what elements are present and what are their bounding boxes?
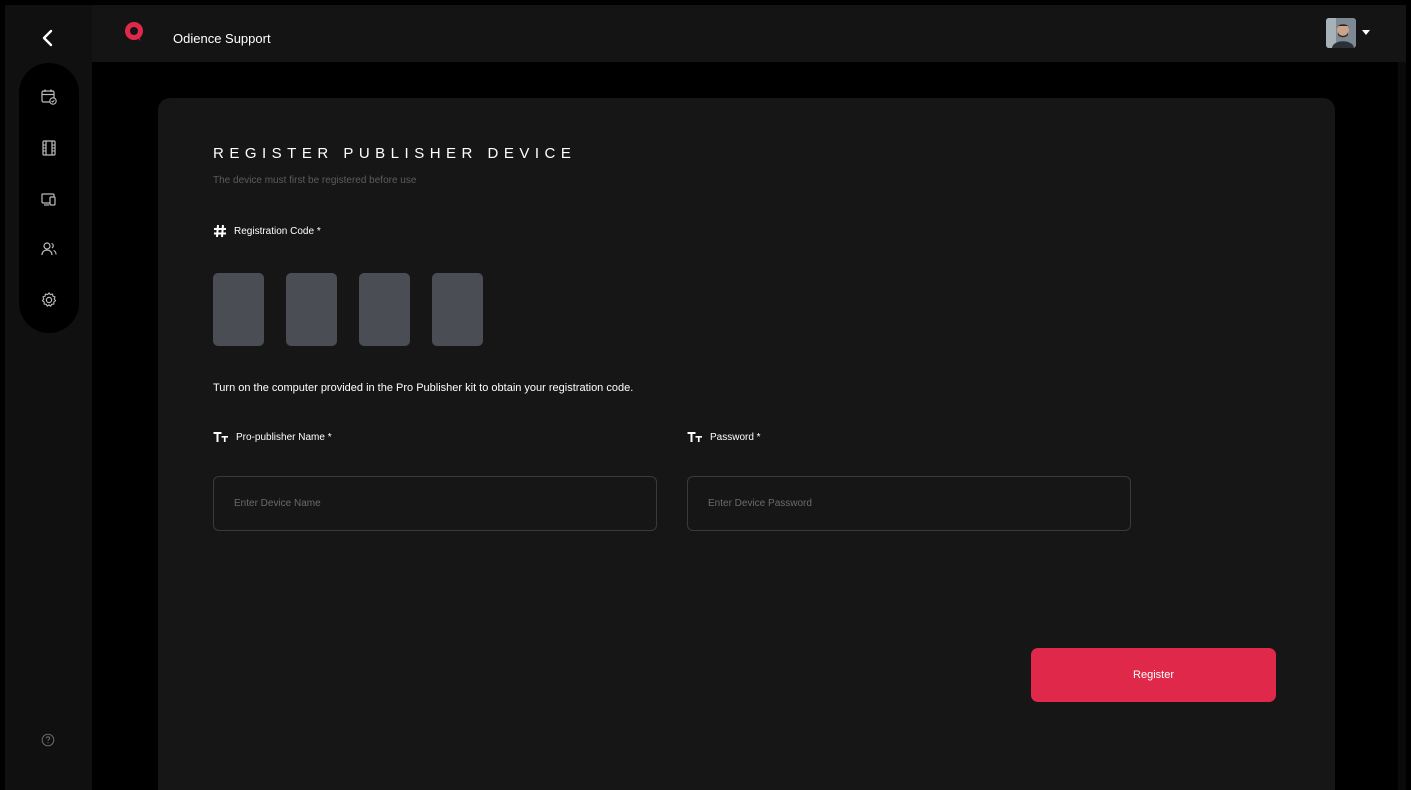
device-name-input[interactable] — [213, 476, 657, 531]
film-icon — [42, 140, 56, 156]
hash-icon — [213, 224, 227, 238]
registration-code-label-text: Registration Code * — [234, 225, 321, 237]
help-button[interactable] — [33, 725, 63, 755]
calendar-check-icon — [41, 89, 57, 105]
name-label: Pro-publisher Name * — [213, 431, 332, 443]
nav-menu — [19, 63, 79, 333]
page-subtitle: The device must first be registered befo… — [213, 175, 417, 186]
help-circle-icon — [41, 733, 55, 747]
sidebar-item-events[interactable] — [19, 79, 79, 115]
avatar[interactable] — [1326, 18, 1356, 48]
sidebar-item-users[interactable] — [19, 231, 79, 267]
users-icon — [41, 242, 57, 256]
sidebar-item-devices[interactable] — [19, 181, 79, 217]
top-bar: Odience Support — [92, 5, 1406, 62]
sidebar — [5, 5, 92, 790]
sidebar-item-media[interactable] — [19, 130, 79, 166]
odience-logo[interactable] — [122, 19, 148, 55]
device-password-input[interactable] — [687, 476, 1131, 531]
back-button[interactable] — [33, 23, 63, 53]
chevron-down-icon[interactable] — [1362, 30, 1370, 35]
code-digit-2[interactable] — [286, 273, 337, 346]
gear-icon — [41, 292, 57, 307]
page-title: REGISTER PUBLISHER DEVICE — [213, 145, 577, 162]
app-title: Odience Support — [173, 31, 271, 46]
chevron-left-icon — [42, 29, 53, 47]
code-digit-3[interactable] — [359, 273, 410, 346]
name-label-text: Pro-publisher Name * — [236, 431, 332, 443]
code-digit-1[interactable] — [213, 273, 264, 346]
register-device-card: REGISTER PUBLISHER DEVICE The device mus… — [158, 98, 1335, 790]
register-button[interactable]: Register — [1031, 648, 1276, 702]
devices-icon — [41, 193, 56, 206]
password-label: Password * — [687, 431, 761, 443]
sidebar-item-settings[interactable] — [19, 282, 79, 318]
registration-hint: Turn on the computer provided in the Pro… — [213, 382, 634, 394]
registration-code-label: Registration Code * — [213, 224, 321, 238]
scrollbar[interactable] — [1398, 62, 1406, 790]
text-size-icon — [213, 431, 229, 443]
text-size-icon — [687, 431, 703, 443]
password-label-text: Password * — [710, 431, 761, 443]
code-digit-4[interactable] — [432, 273, 483, 346]
